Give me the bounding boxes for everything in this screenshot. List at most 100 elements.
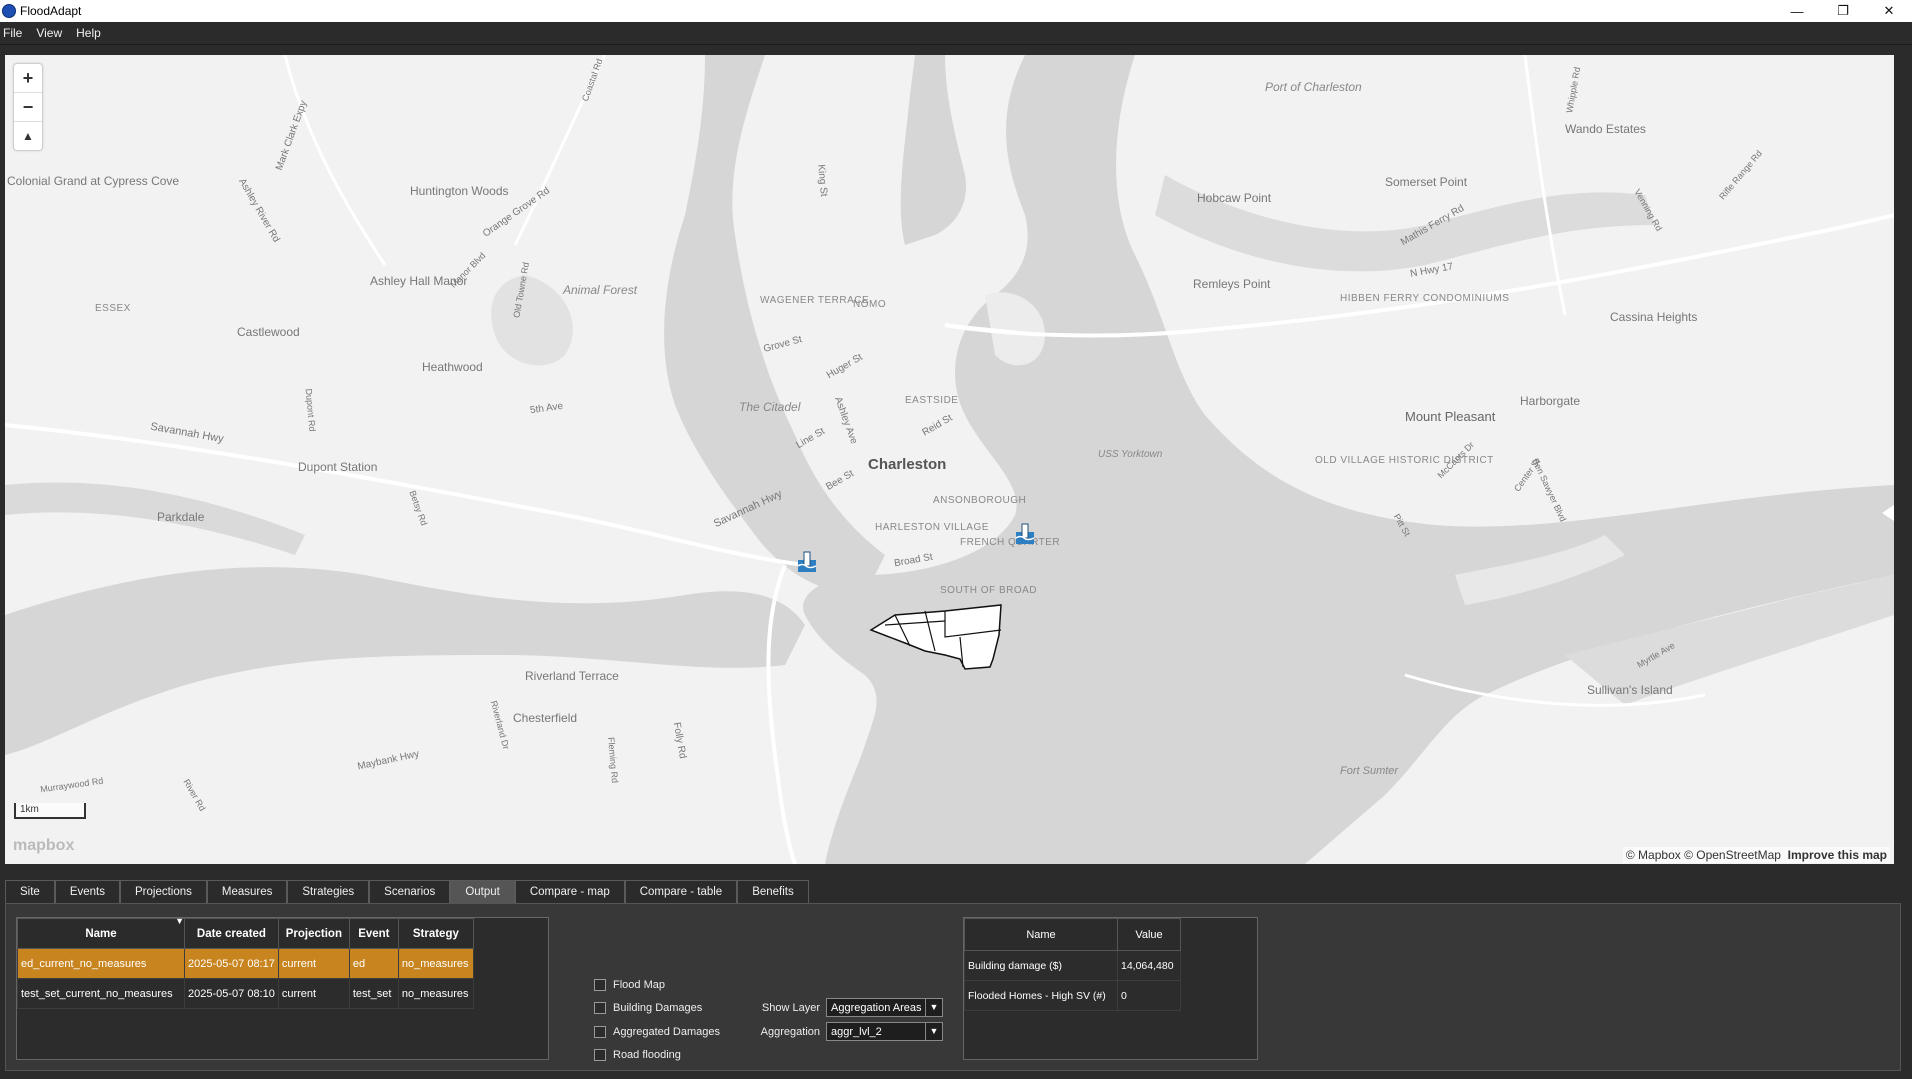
tab-events[interactable]: Events	[54, 880, 120, 903]
map-label: NOMO	[853, 299, 887, 310]
flood-map-checkbox-row[interactable]: Flood Map	[594, 973, 720, 997]
map-label: Animal Forest	[563, 283, 638, 297]
map-view[interactable]: Port of Charleston Colonial Grand at Cyp…	[5, 55, 1894, 864]
tab-compare-map[interactable]: Compare - map	[514, 880, 625, 903]
table-row[interactable]: Building damage ($) 14,064,480	[964, 950, 1181, 981]
close-button[interactable]: ✕	[1866, 0, 1912, 22]
table-row[interactable]: test_set_current_no_measures 2025-05-07 …	[17, 978, 474, 1009]
table-row[interactable]: ed_current_no_measures 2025-05-07 08:17 …	[17, 948, 474, 979]
gauge-station-icon[interactable]	[1013, 522, 1037, 546]
map-label: ESSEX	[95, 303, 131, 314]
metric-name: Flooded Homes - High SV (#)	[964, 980, 1118, 1011]
table-row[interactable]: Flooded Homes - High SV (#) 0	[964, 980, 1181, 1011]
building-damages-checkbox-row[interactable]: Building Damages	[594, 997, 720, 1021]
map-label: Parkdale	[157, 510, 205, 524]
aggregation-label: Aggregation	[760, 1025, 820, 1038]
compass-icon[interactable]: ▲	[14, 122, 42, 150]
window-title: FloodAdapt	[20, 4, 82, 18]
tab-projections[interactable]: Projections	[120, 880, 207, 903]
checkbox-label: Aggregated Damages	[613, 1025, 721, 1038]
map-label: Charleston	[868, 456, 947, 473]
column-header-date[interactable]: Date created	[184, 918, 279, 949]
scenario-table: ▼ Name Date created Projection Event Str…	[16, 916, 549, 1060]
checkbox-label: Flood Map	[613, 978, 665, 991]
map-label: Wando Estates	[1565, 122, 1646, 136]
column-header-name[interactable]: ▼ Name	[17, 916, 185, 949]
map-label: FRENCH QUARTER	[960, 537, 1060, 548]
column-header-projection[interactable]: Projection	[277, 918, 350, 949]
main-tabs: Site Events Projections Measures Strateg…	[5, 880, 809, 904]
map-label: Chesterfield	[513, 711, 578, 725]
tab-scenarios[interactable]: Scenarios	[369, 880, 451, 903]
aggregation-dropdown[interactable]: aggr_lvl_2 ▼	[826, 1022, 943, 1041]
column-header-strategy[interactable]: Strategy	[397, 918, 474, 949]
map-label: Fort Sumter	[1340, 765, 1399, 777]
show-layer-dropdown[interactable]: Aggregation Areas ▼	[826, 998, 943, 1017]
map-label: Cassina Heights	[1610, 310, 1698, 324]
tab-output[interactable]: Output	[450, 880, 515, 903]
app-logo-icon	[2, 4, 16, 18]
tab-site[interactable]: Site	[5, 880, 55, 903]
cell-projection: current	[277, 978, 350, 1009]
aggregated-damages-checkbox-row[interactable]: Aggregated Damages	[594, 1020, 720, 1044]
map-label: HIBBEN FERRY CONDOMINIUMS	[1340, 293, 1510, 304]
layer-controls: Show Layer Aggregation Areas ▼ Aggregati…	[758, 996, 943, 1044]
map-label: ANSONBOROUGH	[933, 495, 1027, 506]
map-label: Hobcaw Point	[1197, 191, 1272, 205]
improve-map-link[interactable]: Improve this map	[1788, 848, 1887, 862]
title-bar: FloodAdapt — ❐ ✕	[0, 0, 1912, 22]
cell-name: test_set_current_no_measures	[17, 978, 185, 1009]
cell-projection: current	[277, 948, 350, 979]
map-attribution: © Mapbox © OpenStreetMap Improve this ma…	[1622, 847, 1890, 863]
map-label: Ashley Hall Manor	[370, 274, 468, 288]
minimize-button[interactable]: —	[1774, 0, 1820, 22]
cell-event: test_set	[348, 978, 399, 1009]
metric-value: 0	[1117, 980, 1181, 1011]
cell-date: 2025-05-07 08:10	[184, 978, 279, 1009]
map-label: Riverland Terrace	[525, 669, 619, 683]
map-basemap	[5, 55, 1894, 864]
zoom-out-button[interactable]: −	[14, 93, 42, 122]
map-label: Huntington Woods	[410, 184, 509, 198]
map-scale: 1km	[14, 803, 86, 819]
metric-name: Building damage ($)	[964, 950, 1118, 981]
map-label: Heathwood	[422, 360, 483, 374]
menu-bar: File View Help	[0, 22, 1912, 45]
results-table: Name Value Building damage ($) 14,064,48…	[963, 917, 1258, 1060]
tab-benefits[interactable]: Benefits	[737, 880, 809, 903]
menu-file[interactable]: File	[0, 26, 33, 40]
column-header-event[interactable]: Event	[348, 918, 399, 949]
chevron-down-icon: ▼	[925, 1023, 942, 1040]
map-label: Harborgate	[1520, 394, 1581, 408]
aggregated-damages-checkbox[interactable]	[594, 1025, 606, 1038]
attribution-text[interactable]: © Mapbox © OpenStreetMap	[1626, 848, 1781, 862]
map-label: OLD VILLAGE HISTORIC DISTRICT	[1315, 455, 1493, 466]
cell-strategy: no_measures	[397, 948, 474, 979]
column-header-name[interactable]: Name	[964, 918, 1118, 951]
map-label: SOUTH OF BROAD	[940, 585, 1038, 596]
layer-checkboxes: Flood Map Building Damages Aggregated Da…	[594, 973, 720, 1067]
cell-name: ed_current_no_measures	[17, 948, 185, 979]
menu-view[interactable]: View	[33, 26, 73, 40]
column-header-value[interactable]: Value	[1117, 918, 1181, 951]
metric-value: 14,064,480	[1117, 950, 1181, 981]
flood-map-checkbox[interactable]	[594, 978, 606, 991]
tab-strategies[interactable]: Strategies	[287, 880, 370, 903]
side-panel-toggle-icon[interactable]	[1882, 505, 1894, 521]
map-label: USS Yorktown	[1098, 449, 1163, 460]
road-flooding-checkbox[interactable]	[594, 1049, 606, 1062]
road-flooding-checkbox-row[interactable]: Road flooding	[594, 1044, 720, 1068]
map-label: Castlewood	[237, 325, 300, 339]
gauge-station-icon[interactable]	[795, 550, 819, 574]
cell-date: 2025-05-07 08:17	[184, 948, 279, 979]
menu-help[interactable]: Help	[73, 26, 112, 40]
tab-compare-table[interactable]: Compare - table	[624, 880, 738, 903]
building-damages-checkbox[interactable]	[594, 1002, 606, 1015]
maximize-button[interactable]: ❐	[1820, 0, 1866, 22]
map-label: Somerset Point	[1385, 175, 1468, 189]
map-label: Colonial Grand at Cypress Cove	[7, 174, 180, 188]
tab-measures[interactable]: Measures	[206, 880, 288, 903]
cell-strategy: no_measures	[397, 978, 474, 1009]
map-label: Port of Charleston	[1265, 80, 1362, 94]
zoom-in-button[interactable]: +	[14, 64, 42, 93]
